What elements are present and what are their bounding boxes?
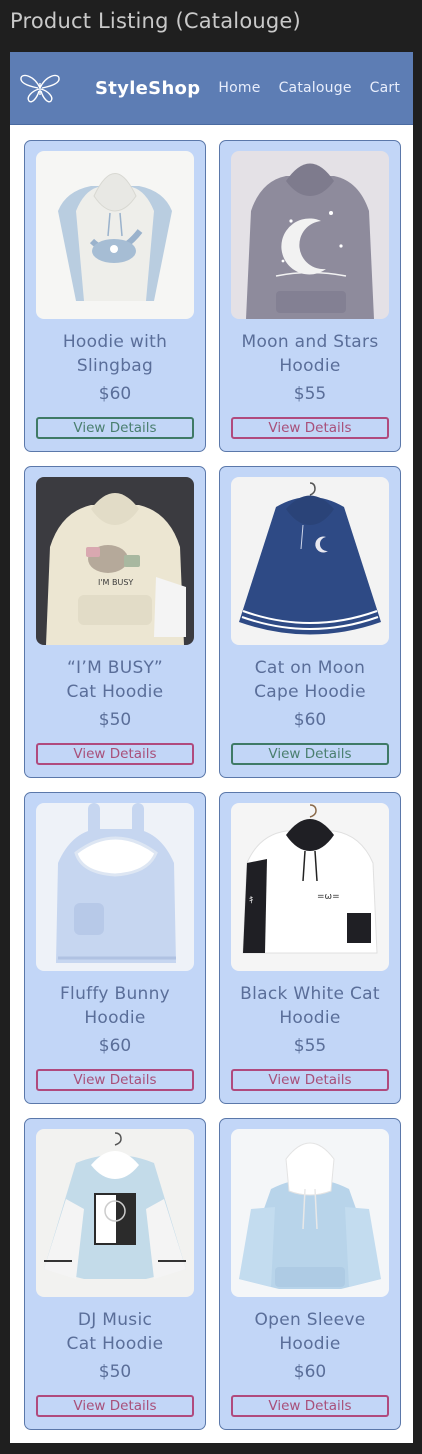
view-details-button[interactable]: View Details: [231, 417, 389, 439]
view-details-button[interactable]: View Details: [231, 1395, 389, 1417]
brand-name[interactable]: StyleShop: [95, 78, 200, 99]
product-name: Cat on Moon Cape Hoodie: [254, 658, 366, 702]
product-price: $50: [98, 710, 132, 730]
product-name: Open Sleeve Hoodie: [254, 1310, 366, 1354]
nav-link-catalogue[interactable]: Catalouge: [279, 80, 352, 96]
app-frame: StyleShop Home Catalouge Cart Hoodie wit…: [10, 52, 413, 1443]
product-image[interactable]: =ω= ｷ: [231, 803, 389, 971]
product-name: Black White Cat Hoodie: [240, 984, 380, 1028]
product-name: Moon and Stars Hoodie: [241, 332, 379, 376]
product-price: $55: [293, 1036, 327, 1056]
product-image[interactable]: [36, 151, 194, 319]
product-price: $50: [98, 1362, 132, 1382]
product-name: Hoodie with Slingbag: [62, 332, 168, 376]
product-image[interactable]: [231, 151, 389, 319]
product-name: “I’M BUSY” Cat Hoodie: [66, 658, 164, 702]
svg-text:I'M BUSY: I'M BUSY: [98, 578, 133, 587]
view-details-button[interactable]: View Details: [231, 1069, 389, 1091]
product-card: Moon and Stars Hoodie $55 View Details: [219, 140, 401, 452]
view-details-button[interactable]: View Details: [36, 1395, 194, 1417]
nav-link-home[interactable]: Home: [218, 80, 260, 96]
view-details-button[interactable]: View Details: [231, 743, 389, 765]
product-name: DJ Music Cat Hoodie: [66, 1310, 164, 1354]
product-card: Open Sleeve Hoodie $60 View Details: [219, 1118, 401, 1430]
product-image[interactable]: I'M BUSY: [36, 477, 194, 645]
product-image[interactable]: [36, 803, 194, 971]
butterfly-logo-icon[interactable]: [18, 71, 62, 105]
product-card: I'M BUSY “I’M BUSY” Cat Hoodie $50 View …: [24, 466, 206, 778]
view-details-button[interactable]: View Details: [36, 743, 194, 765]
product-card: Hoodie with Slingbag $60 View Details: [24, 140, 206, 452]
svg-text:ｷ: ｷ: [249, 896, 254, 906]
product-price: $60: [98, 384, 132, 404]
product-image[interactable]: [231, 477, 389, 645]
nav-links: Home Catalouge Cart: [218, 80, 413, 96]
view-details-button[interactable]: View Details: [36, 417, 194, 439]
product-card: Cat on Moon Cape Hoodie $60 View Details: [219, 466, 401, 778]
svg-text:=ω=: =ω=: [317, 892, 340, 902]
product-price: $60: [293, 1362, 327, 1382]
product-grid: Hoodie with Slingbag $60 View Details Mo…: [24, 140, 401, 1430]
product-card: =ω= ｷ Black White Cat Hoodie $55 View De…: [219, 792, 401, 1104]
frame-title: Product Listing (Catalouge): [10, 9, 301, 33]
nav-link-cart[interactable]: Cart: [370, 80, 400, 96]
product-price: $55: [293, 384, 327, 404]
product-card: Fluffy Bunny Hoodie $60 View Details: [24, 792, 206, 1104]
navbar: StyleShop Home Catalouge Cart: [10, 52, 413, 125]
product-price: $60: [98, 1036, 132, 1056]
view-details-button[interactable]: View Details: [36, 1069, 194, 1091]
product-card: DJ Music Cat Hoodie $50 View Details: [24, 1118, 206, 1430]
product-image[interactable]: [36, 1129, 194, 1297]
product-image[interactable]: [231, 1129, 389, 1297]
product-price: $60: [293, 710, 327, 730]
product-name: Fluffy Bunny Hoodie: [59, 984, 171, 1028]
